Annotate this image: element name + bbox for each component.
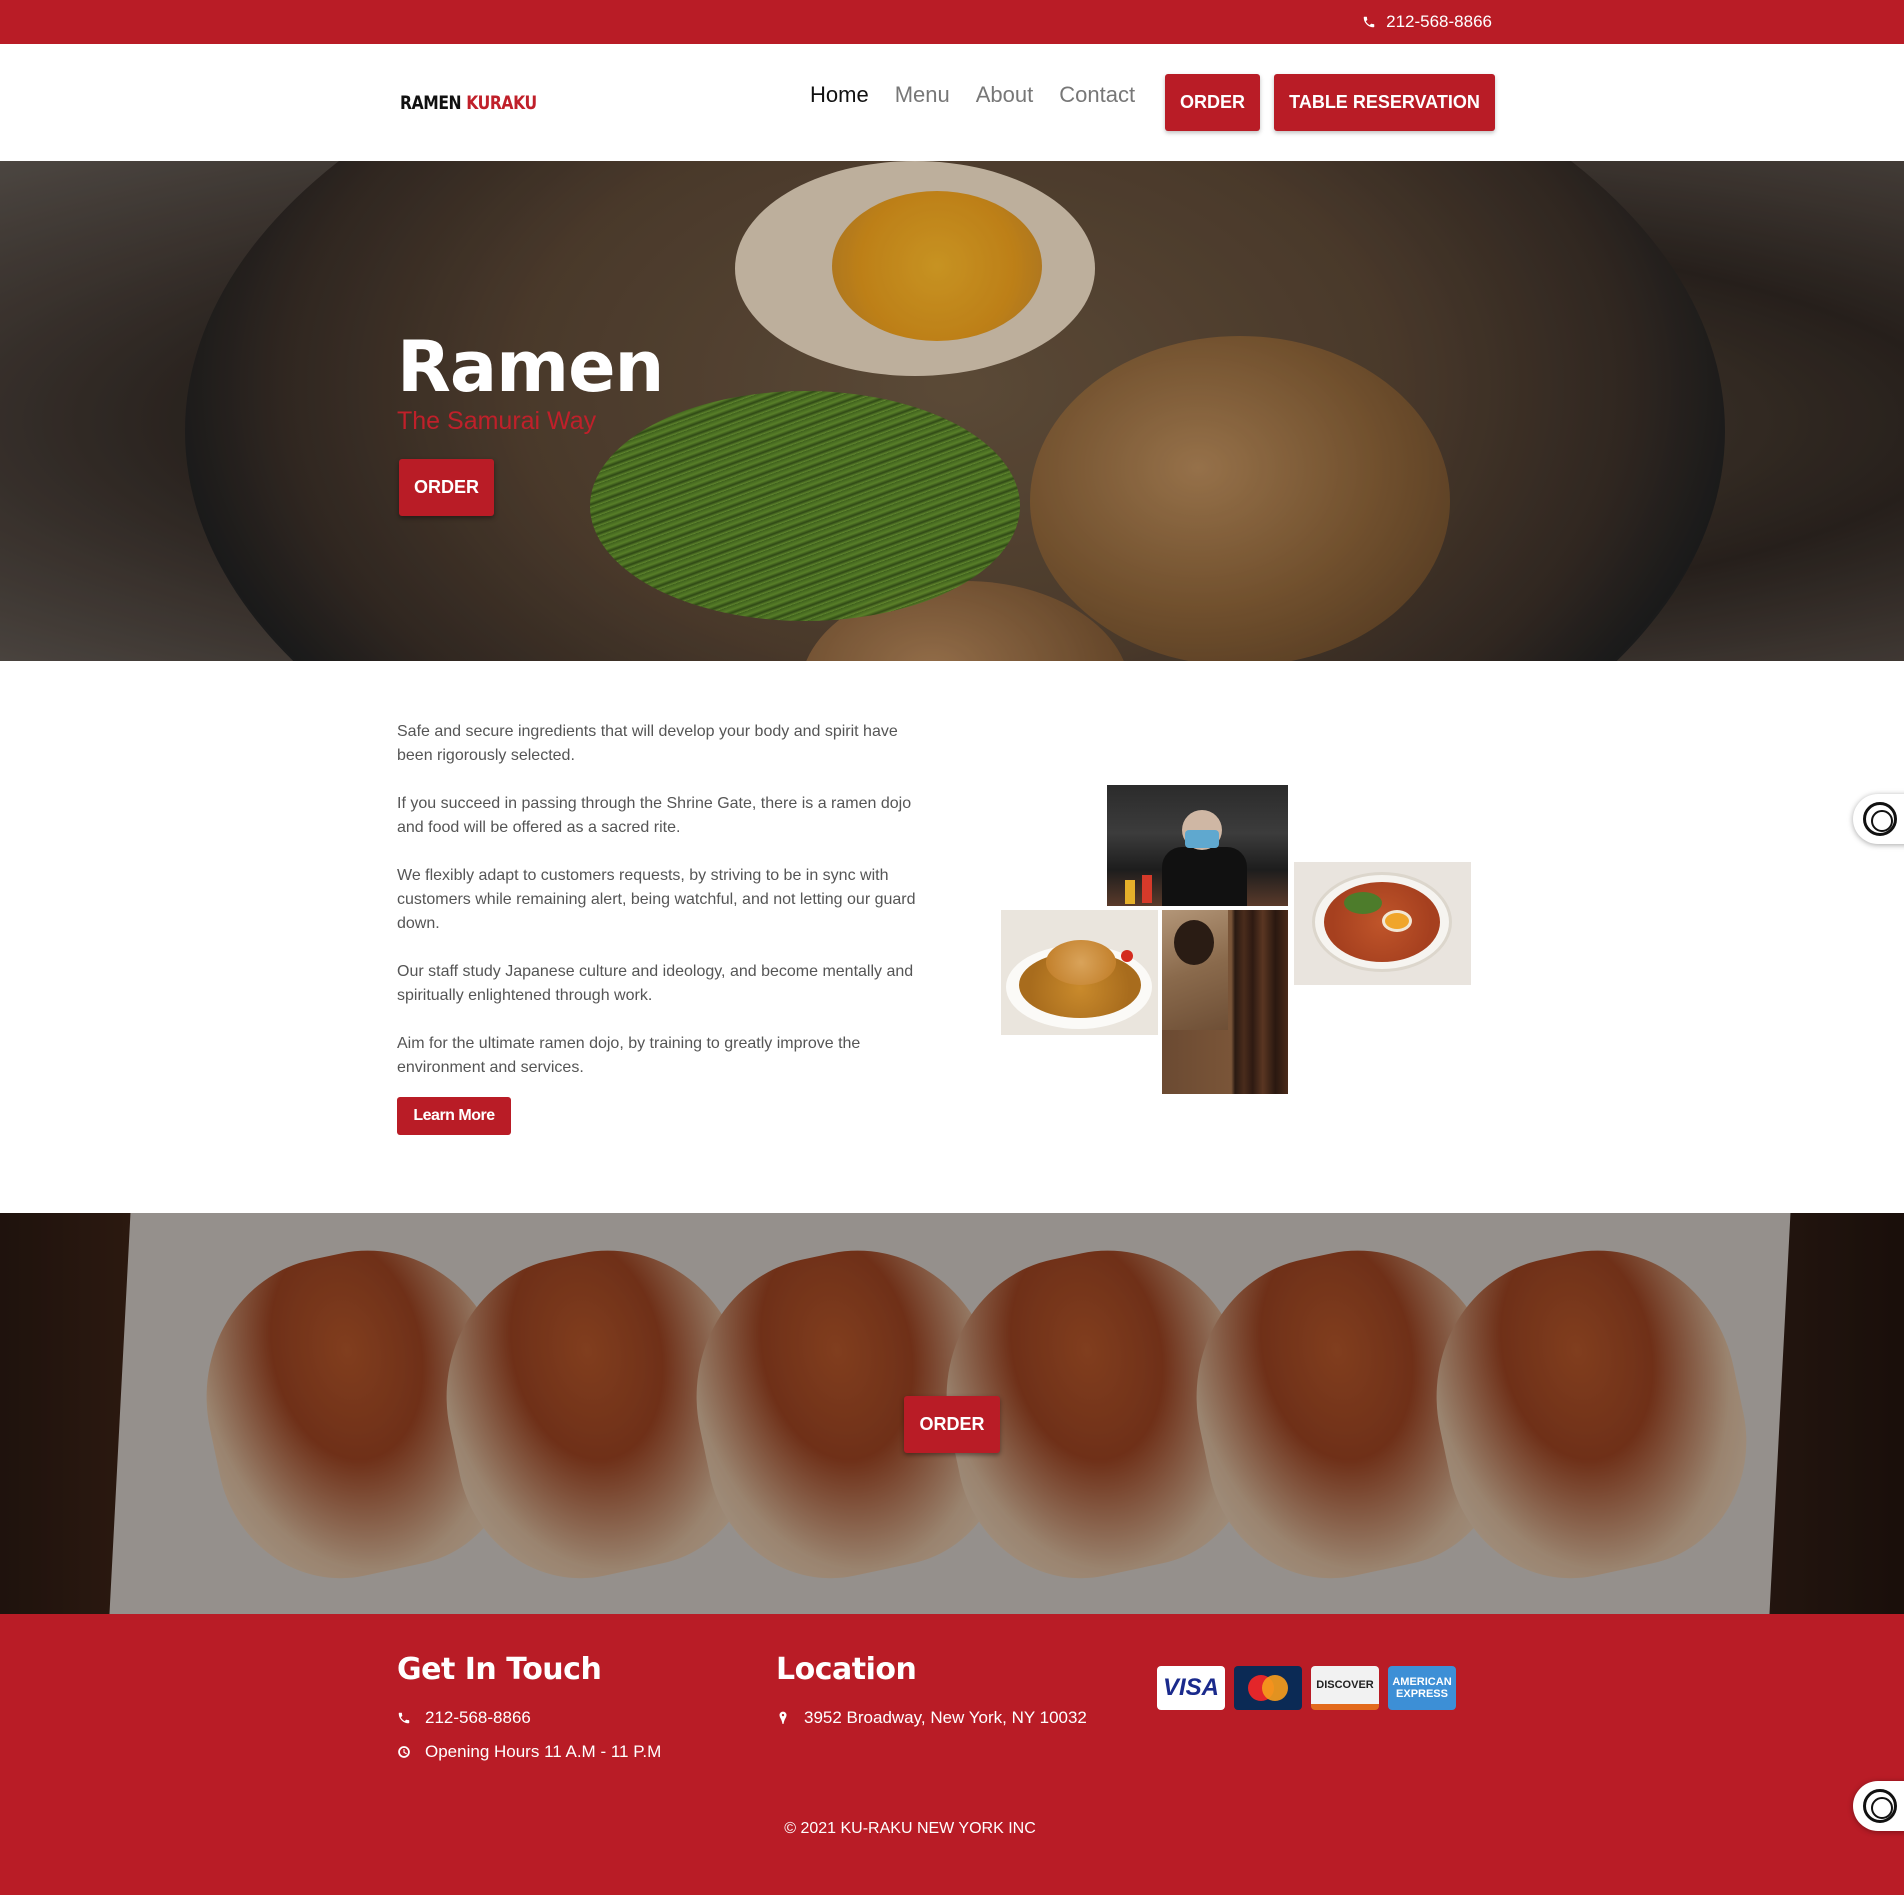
chef-body [1162, 847, 1247, 906]
clock-icon [398, 1746, 410, 1758]
about-paragraph: Aim for the ultimate ramen dojo, by trai… [397, 1035, 861, 1076]
about-paragraph: We flexibly adapt to customers requests,… [397, 867, 916, 932]
samurai-hair [1174, 920, 1214, 965]
nav-home[interactable]: Home [810, 82, 869, 108]
about-text: Safe and secure ingredients that will de… [397, 720, 937, 1104]
sauce-bottle-yellow [1125, 880, 1135, 904]
site-header: RAMEN KURAKU Home Menu About Contact ORD… [0, 44, 1904, 161]
amex-text-line1: AMERICAN [1392, 1676, 1452, 1688]
nav-about[interactable]: About [976, 82, 1034, 108]
phone-icon [398, 1712, 410, 1724]
logo[interactable]: RAMEN KURAKU [400, 92, 537, 114]
visa-card-icon: VISA [1157, 1666, 1225, 1710]
map-pin-icon [779, 1711, 787, 1724]
footer-hours: Opening Hours 11 A.M - 11 P.M [397, 1742, 661, 1762]
header-order-button[interactable]: ORDER [1165, 74, 1260, 131]
sauce-bottle-red [1142, 875, 1152, 903]
phone-icon [1363, 16, 1375, 28]
address-text: 3952 Broadway, New York, NY 10032 [804, 1708, 1087, 1727]
footer-phone[interactable]: 212-568-8866 [397, 1708, 531, 1728]
mastercard-circle-orange [1262, 1675, 1288, 1701]
nav-contact[interactable]: Contact [1059, 82, 1135, 108]
top-phone[interactable]: 212-568-8866 [1362, 12, 1492, 32]
hero-tagline: The Samurai Way [397, 407, 597, 435]
nav-menu[interactable]: Menu [895, 82, 950, 108]
rice [1046, 940, 1116, 985]
mastercard-icon [1234, 1666, 1302, 1710]
footer-address: 3952 Broadway, New York, NY 10032 [776, 1708, 1087, 1728]
egg [1382, 910, 1412, 932]
amex-card-icon: AMERICAN EXPRESS [1388, 1666, 1456, 1710]
top-bar: 212-568-8866 [0, 0, 1904, 44]
samurai-art-photo [1162, 910, 1288, 1094]
banner-order-button[interactable]: ORDER [904, 1396, 1000, 1453]
hero-order-button[interactable]: ORDER [399, 459, 494, 516]
accessibility-widget-button[interactable] [1853, 794, 1904, 844]
main-nav: Home Menu About Contact [810, 82, 1135, 108]
gyoza-banner: ORDER [0, 1213, 1904, 1614]
payment-cards: VISA DISCOVER AMERICAN EXPRESS [1157, 1666, 1456, 1710]
hero-section: Ramen The Samurai Way ORDER [0, 161, 1904, 661]
hero-overlay [0, 161, 1904, 661]
site-footer: Get In Touch 212-568-8866 Opening Hours … [0, 1614, 1904, 1895]
about-paragraph: Safe and secure ingredients that will de… [397, 723, 898, 764]
logo-text-ramen: RAMEN [400, 92, 462, 114]
opening-hours: Opening Hours 11 A.M - 11 P.M [425, 1742, 662, 1761]
discover-card-icon: DISCOVER [1311, 1666, 1379, 1710]
chef-mask [1185, 830, 1219, 848]
get-in-touch-title: Get In Touch [397, 1652, 602, 1687]
footer-phone-number: 212-568-8866 [425, 1708, 531, 1727]
accessibility-icon [1863, 1789, 1897, 1823]
copyright: © 2021 KU-RAKU NEW YORK INC [784, 1820, 1036, 1837]
ramen-bowl-photo [1294, 862, 1471, 985]
chef-photo [1107, 785, 1288, 906]
about-paragraph: Our staff study Japanese culture and ide… [397, 963, 914, 1004]
amex-text-line2: EXPRESS [1396, 1688, 1448, 1700]
logo-text-kuraku: KURAKU [466, 92, 537, 114]
accessibility-icon [1863, 802, 1897, 836]
location-title: Location [776, 1652, 917, 1687]
learn-more-button[interactable]: Learn More [397, 1097, 511, 1135]
tomato [1121, 950, 1133, 962]
hero-title: Ramen [397, 326, 664, 408]
table-reservation-button[interactable]: TABLE RESERVATION [1274, 74, 1495, 131]
curry-photo [1001, 910, 1158, 1035]
accessibility-widget-button[interactable] [1853, 1781, 1904, 1831]
about-paragraph: If you succeed in passing through the Sh… [397, 795, 912, 836]
herb-garnish [1344, 892, 1382, 914]
top-phone-number: 212-568-8866 [1386, 12, 1492, 31]
